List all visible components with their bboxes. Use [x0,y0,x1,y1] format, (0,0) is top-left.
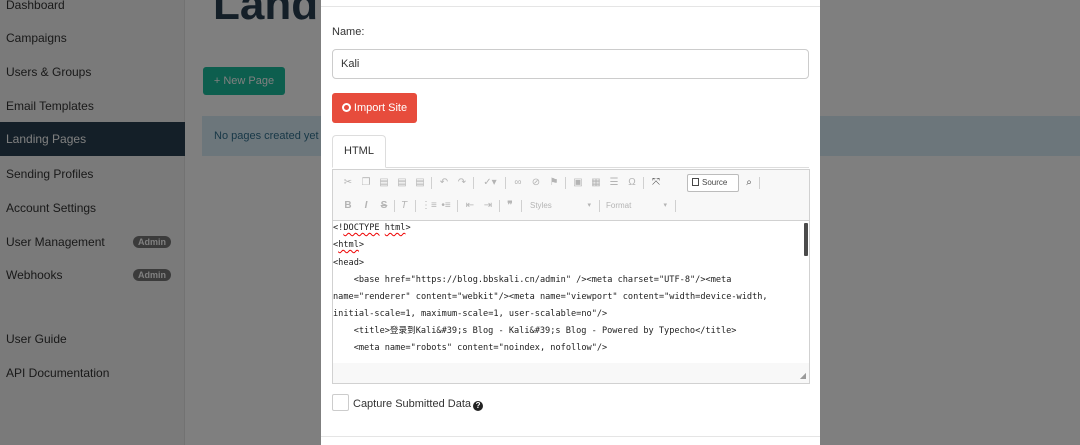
html-editor: ✂ ❐ ▤ ▤ ▤ ↶ ↷ ✓▾ ∞ ⊘ ⚑ ▣ ▦ ☰ Ω ⤧ Source … [332,169,810,384]
globe-icon [341,103,351,112]
image-icon[interactable]: ▣ [571,174,585,192]
styles-label: Styles [530,201,552,210]
toolbar-separator [431,177,432,189]
name-label: Name: [332,26,365,38]
source-code-area[interactable]: <!DOCTYPE html> <html> <head> <base href… [333,221,809,363]
code-line: <meta name="robots" content="noindex, no… [333,343,608,353]
new-landing-page-modal: Name: Import Site HTML ✂ ❐ ▤ ▤ ▤ ↶ ↷ ✓▾ … [321,0,820,445]
code-text: html [384,223,406,233]
import-site-button[interactable]: Import Site [332,93,417,123]
unlink-icon[interactable]: ⊘ [529,174,543,192]
toolbar-separator [394,200,395,212]
numbered-list-icon[interactable]: ⋮≡ [421,197,437,215]
italic-icon[interactable]: I [359,197,373,215]
toolbar-separator [565,177,566,189]
bulleted-list-icon[interactable]: •≡ [439,197,453,215]
toolbar-separator [499,200,500,212]
chevron-down-icon: ▾ [663,202,667,209]
code-line: <title>登录到Kali&#39;s Blog - Kali&#39;s B… [333,326,737,336]
undo-icon[interactable]: ↶ [437,174,451,192]
code-line: name="renderer" content="webkit"/><meta … [333,292,768,302]
paste-text-icon[interactable]: ▤ [395,174,409,192]
code-line: <base href="https://blog.bbskali.cn/admi… [333,275,732,285]
tab-html[interactable]: HTML [332,135,386,168]
code-line: <html> [333,240,364,251]
indent-icon[interactable]: ⇥ [481,197,495,215]
capture-submitted-data-label: Capture Submitted Data? [353,398,484,411]
code-text: html [338,240,359,250]
toolbar-separator [675,200,676,212]
source-label: Source [702,178,728,187]
resize-grip-icon[interactable]: ◢ [800,371,806,380]
modal-header-divider [321,6,820,7]
scrollbar-thumb[interactable] [804,223,808,256]
paste-icon[interactable]: ▤ [377,174,391,192]
special-char-icon[interactable]: Ω [625,174,639,192]
capture-submitted-data-checkbox[interactable] [332,394,349,411]
format-dropdown[interactable]: Format ▾ [603,197,671,215]
code-text: DOCTYPE [343,223,380,233]
toolbar-separator [599,200,600,212]
source-doc-icon [692,178,699,186]
link-icon[interactable]: ∞ [511,174,525,192]
copy-icon[interactable]: ❐ [359,174,373,192]
editor-footer: ◢ [333,363,809,383]
horizontal-line-icon[interactable]: ☰ [607,174,621,192]
preview-icon[interactable]: ⌕ [742,174,756,192]
tab-divider [386,167,809,168]
capture-label-text: Capture Submitted Data [353,398,472,410]
bold-icon[interactable]: B [341,197,355,215]
toolbar-separator [759,177,760,189]
format-label: Format [606,201,632,210]
modal-footer-divider [321,436,820,437]
editor-toolbar: ✂ ❐ ▤ ▤ ▤ ↶ ↷ ✓▾ ∞ ⊘ ⚑ ▣ ▦ ☰ Ω ⤧ Source … [333,170,809,221]
chevron-down-icon: ▾ [587,202,591,209]
code-text: > [358,240,365,250]
paste-word-icon[interactable]: ▤ [413,174,427,192]
question-circle-icon[interactable]: ? [473,401,484,411]
toolbar-separator [457,200,458,212]
toolbar-separator [505,177,506,189]
name-input[interactable] [332,49,809,79]
table-icon[interactable]: ▦ [589,174,603,192]
redo-icon[interactable]: ↷ [455,174,469,192]
toolbar-separator [521,200,522,212]
outdent-icon[interactable]: ⇤ [463,197,477,215]
code-text: > [405,223,411,233]
spellcheck-icon[interactable]: ✓▾ [479,174,501,192]
strikethrough-icon[interactable]: S [377,197,391,215]
cut-icon[interactable]: ✂ [341,174,355,192]
toolbar-separator [643,177,644,189]
code-line: initial-scale=1, maximum-scale=1, user-s… [333,309,608,319]
toolbar-separator [415,200,416,212]
remove-format-icon[interactable]: T [397,197,411,215]
anchor-flag-icon[interactable]: ⚑ [547,174,561,192]
maximize-icon[interactable]: ⤧ [649,174,663,192]
blockquote-icon[interactable]: ❞ [503,197,517,215]
styles-dropdown[interactable]: Styles ▾ [527,197,595,215]
source-button[interactable]: Source [687,174,739,192]
code-line: <!DOCTYPE html> [333,223,411,234]
code-line: <head> [333,258,365,268]
code-text: <! [333,223,344,233]
import-site-label: Import Site [353,102,408,114]
toolbar-separator [473,177,474,189]
